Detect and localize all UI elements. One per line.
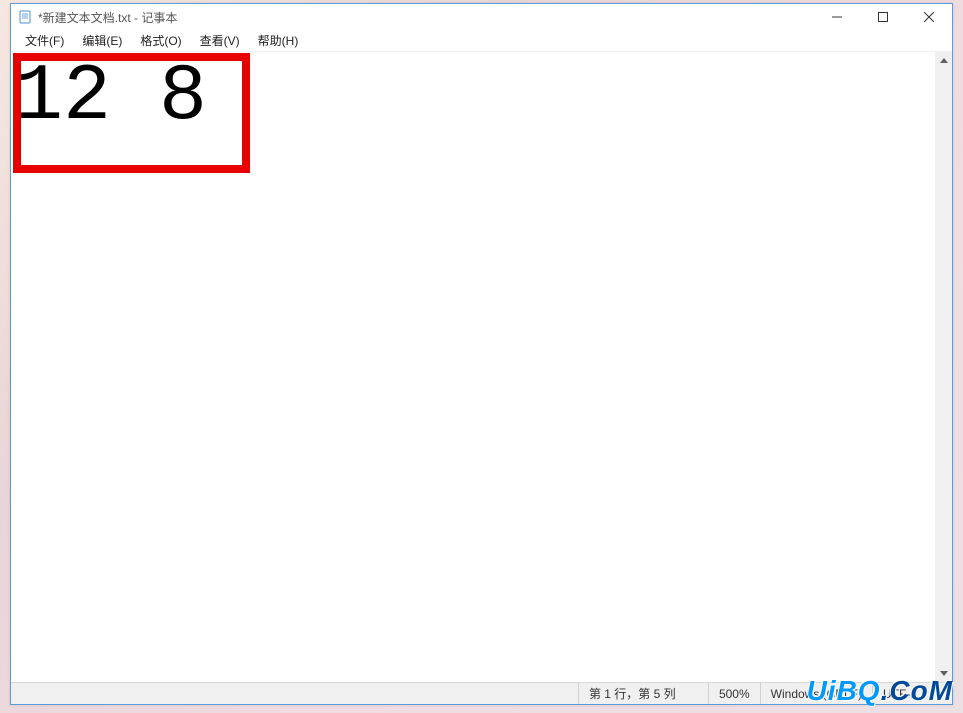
statusbar: 第 1 行，第 5 列 500% Windows (CRLF) UTF-8 xyxy=(11,682,952,704)
maximize-button[interactable] xyxy=(860,4,906,30)
window-controls xyxy=(814,4,952,30)
menu-help[interactable]: 帮助(H) xyxy=(250,30,307,51)
menu-edit[interactable]: 编辑(E) xyxy=(74,30,130,51)
menubar: 文件(F) 编辑(E) 格式(O) 查看(V) 帮助(H) xyxy=(11,30,952,52)
status-encoding: UTF-8 xyxy=(872,683,952,704)
text-editor[interactable] xyxy=(11,52,935,682)
minimize-button[interactable] xyxy=(814,4,860,30)
notepad-icon xyxy=(17,9,33,25)
editor-area xyxy=(11,52,952,682)
notepad-window: *新建文本文档.txt - 记事本 文件(F) 编辑(E) 格式(O) 查看(V… xyxy=(10,3,953,705)
status-line-ending: Windows (CRLF) xyxy=(760,683,872,704)
menu-view[interactable]: 查看(V) xyxy=(192,30,248,51)
window-title: *新建文本文档.txt - 记事本 xyxy=(38,9,177,26)
scroll-up-icon[interactable] xyxy=(935,52,952,69)
close-button[interactable] xyxy=(906,4,952,30)
menu-format[interactable]: 格式(O) xyxy=(132,30,189,51)
scroll-down-icon[interactable] xyxy=(935,665,952,682)
titlebar[interactable]: *新建文本文档.txt - 记事本 xyxy=(11,4,952,30)
status-spacer xyxy=(11,683,578,704)
menu-file[interactable]: 文件(F) xyxy=(17,30,72,51)
vertical-scrollbar[interactable] xyxy=(935,52,952,682)
status-cursor-position: 第 1 行，第 5 列 xyxy=(578,683,708,704)
status-zoom: 500% xyxy=(708,683,760,704)
